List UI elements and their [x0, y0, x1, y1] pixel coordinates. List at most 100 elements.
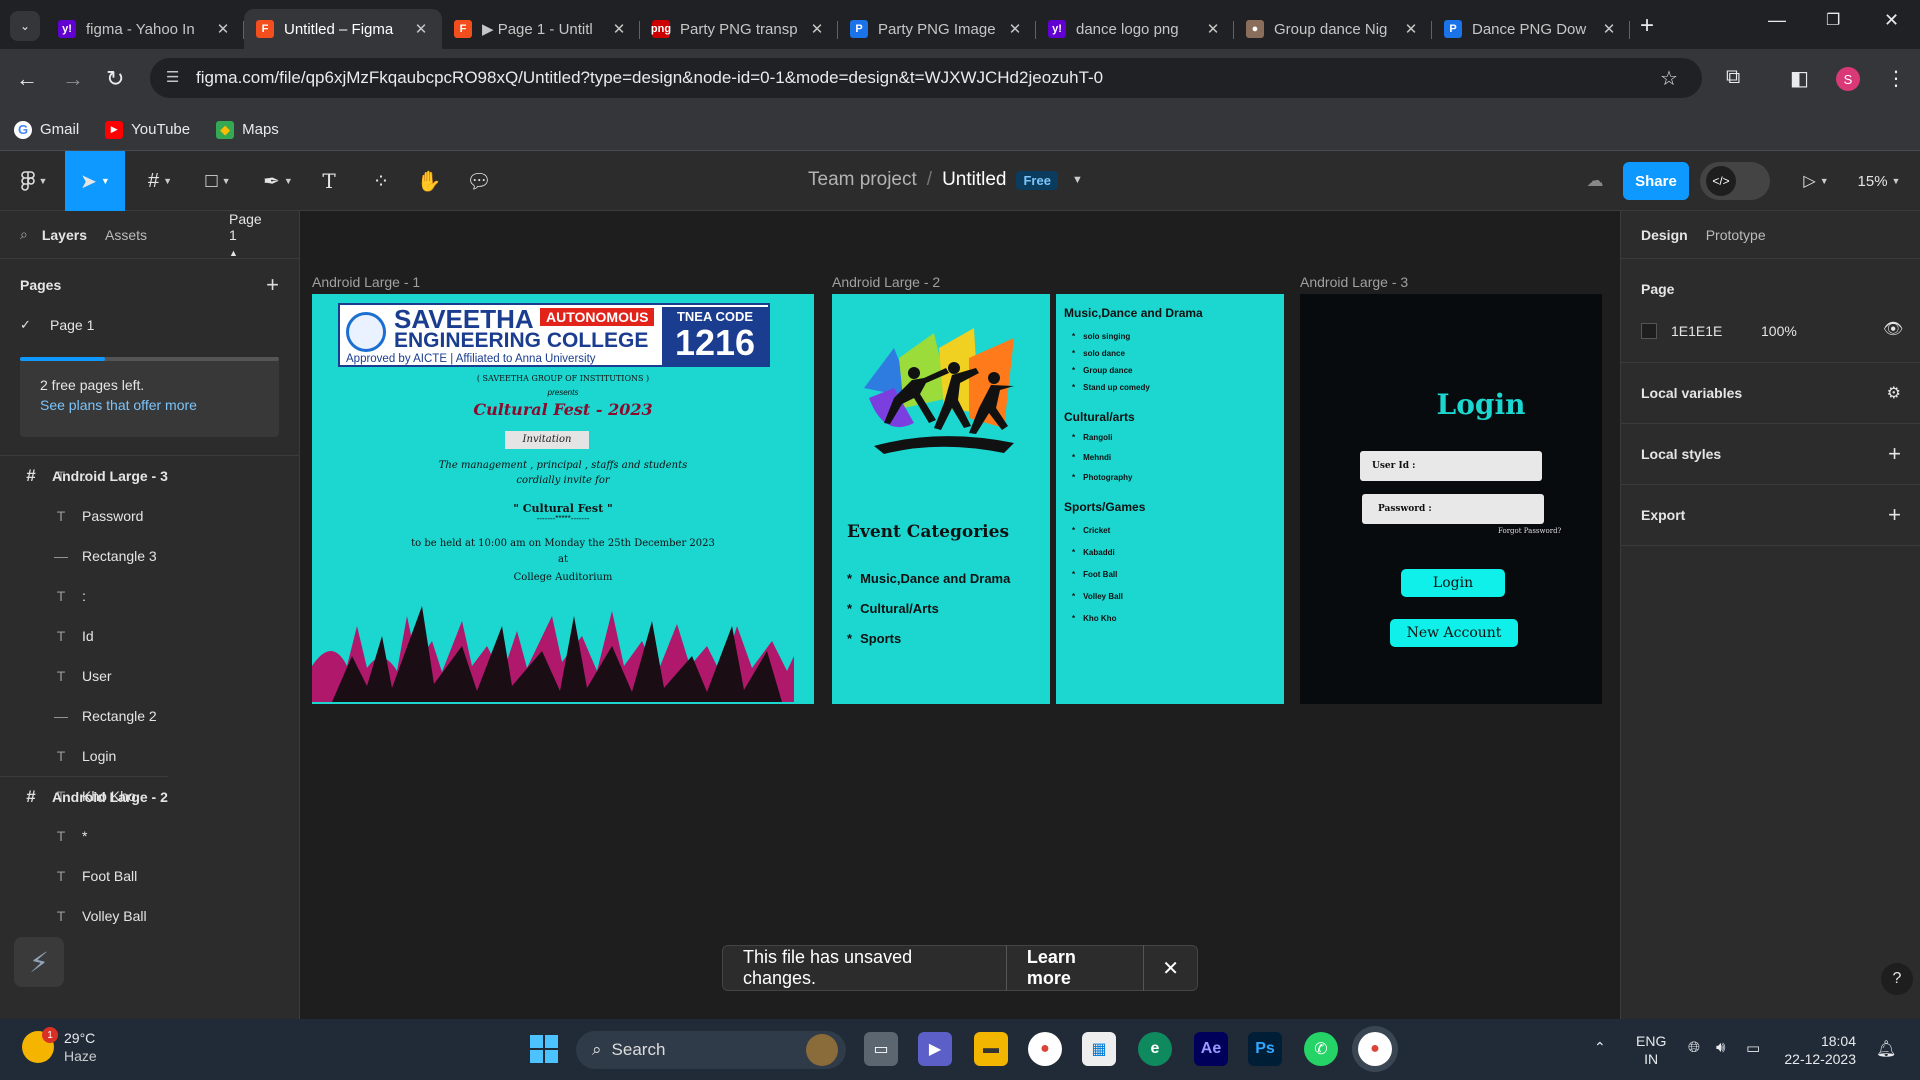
frame-android-large-3[interactable]: Login User Id : Password : Forgot Passwo… [1300, 294, 1602, 704]
browser-tab[interactable]: ● Group dance Nig ✕ [1234, 9, 1432, 49]
tab-close-icon[interactable]: ✕ [1402, 20, 1420, 38]
forgot-password-link[interactable]: Forgot Password? [1498, 527, 1561, 535]
layer-item[interactable]: — Rectangle 2 [0, 696, 299, 736]
move-tool-button[interactable]: ➤ ▼ [65, 151, 125, 211]
close-window-icon[interactable]: ✕ [1884, 10, 1899, 31]
browser-tab[interactable]: y! dance logo png ✕ [1036, 9, 1234, 49]
bg-opacity-input[interactable]: 100% [1761, 323, 1797, 339]
tab-design[interactable]: Design [1641, 227, 1688, 243]
tray-chevron-up-icon[interactable]: ⌃ [1594, 1039, 1606, 1056]
learn-more-button[interactable]: Learn more [1005, 945, 1145, 991]
bookmark-gmail[interactable]: G Gmail [14, 120, 79, 139]
resources-tool-button[interactable]: ⁘ [366, 161, 396, 201]
layer-item[interactable]: T: [0, 576, 299, 616]
file-menu-chevron-icon[interactable]: ▼ [1072, 174, 1083, 186]
layer-item[interactable]: T Foot Ball [0, 856, 299, 896]
tab-close-icon[interactable]: ✕ [1204, 20, 1222, 38]
language-indicator[interactable]: ENG IN [1636, 1032, 1666, 1068]
page-switcher[interactable]: Page 1 ▲ [229, 211, 281, 259]
layer-item[interactable]: T User [0, 656, 299, 696]
photoshop-icon[interactable]: Ps [1248, 1032, 1282, 1066]
share-button[interactable]: Share [1623, 162, 1689, 200]
layer-item[interactable]: — Rectangle 3 [0, 536, 299, 576]
comment-tool-button[interactable]: 💬︎ [464, 161, 494, 201]
login-button[interactable]: Login [1401, 569, 1505, 597]
volume-icon[interactable]: 🔊︎ [1716, 1039, 1725, 1056]
layer-item[interactable]: T Id [0, 616, 299, 656]
forward-arrow-icon[interactable]: → [62, 66, 84, 92]
notification-bell-icon[interactable]: 🔔︎ [1876, 1039, 1896, 1059]
file-name[interactable]: Untitled [942, 169, 1006, 191]
bg-color-swatch[interactable] [1641, 323, 1657, 339]
minimize-icon[interactable]: — [1768, 10, 1786, 31]
browser-tab[interactable]: png Party PNG transp ✕ [640, 9, 838, 49]
file-explorer-icon[interactable]: ▬ [974, 1032, 1008, 1066]
browser-tab[interactable]: y! figma - Yahoo In ✕ [46, 9, 244, 49]
browser-tab[interactable]: P Dance PNG Dow ✕ [1432, 9, 1630, 49]
bookmark-youtube[interactable]: ▶ YouTube [105, 120, 190, 139]
layer-frame[interactable]: # Android Large - 2 [0, 776, 168, 816]
profile-avatar[interactable]: S [1836, 67, 1860, 91]
windows-start-icon[interactable] [527, 1032, 561, 1066]
extensions-icon[interactable]: ⧉ [1726, 66, 1740, 89]
layer-item[interactable]: T Password [0, 496, 299, 536]
hand-tool-button[interactable]: ✋ [414, 161, 444, 201]
frame-label[interactable]: Android Large - 1 [312, 274, 420, 290]
add-style-plus-icon[interactable]: + [1888, 441, 1901, 467]
layer-item[interactable]: T Login [0, 736, 299, 776]
microsoft-store-icon[interactable]: ▦ [1082, 1032, 1116, 1066]
back-arrow-icon[interactable]: ← [16, 66, 38, 92]
clock[interactable]: 18:04 22-12-2023 [1784, 1032, 1856, 1068]
layer-item[interactable]: T * [0, 816, 299, 856]
local-variables-row[interactable]: Local variables ⚙ [1621, 363, 1920, 424]
plugin-launcher-icon[interactable]: ⚡ [14, 937, 64, 987]
restore-icon[interactable]: ❐ [1826, 10, 1840, 30]
figma-main-menu-icon[interactable]: ▼ [14, 161, 54, 201]
visibility-eye-icon[interactable]: 👁︎ [1883, 319, 1903, 339]
frame-android-large-1[interactable]: SAVEETHA AUTONOMOUS ENGINEERING COLLEGE … [312, 294, 814, 704]
side-panel-icon[interactable]: ◧ [1790, 66, 1809, 91]
battery-icon[interactable]: ▭ [1746, 1039, 1760, 1057]
new-tab-plus-icon[interactable]: + [1640, 12, 1654, 40]
tab-layers[interactable]: Layers [42, 227, 87, 243]
tab-close-icon[interactable]: ✕ [214, 20, 232, 38]
bookmark-star-icon[interactable]: ☆ [1660, 66, 1678, 91]
tab-close-icon[interactable]: ✕ [610, 20, 628, 38]
design-canvas[interactable]: Android Large - 1 SAVEETHA AUTONOMOUS EN… [300, 211, 1620, 1019]
reload-icon[interactable]: ↻ [106, 66, 124, 92]
site-info-icon[interactable]: ☰ [166, 68, 179, 86]
variables-settings-icon[interactable]: ⚙ [1887, 383, 1901, 403]
taskbar-search-box[interactable]: ⌕ Search [576, 1031, 846, 1069]
help-question-icon[interactable]: ? [1881, 963, 1913, 995]
frame-label[interactable]: Android Large - 3 [1300, 274, 1408, 290]
layer-frame[interactable]: # Android Large - 3 [0, 456, 168, 496]
tab-close-icon[interactable]: ✕ [412, 20, 430, 38]
bookmark-maps[interactable]: ◆ Maps [216, 120, 279, 139]
browser-tab[interactable]: F Untitled – Figma ✕ [244, 9, 442, 49]
tab-search-chevron-icon[interactable]: ⌄ [10, 11, 40, 41]
browser-tab[interactable]: F ▶ Page 1 - Untitl ✕ [442, 9, 640, 49]
shape-tool-button[interactable]: □ ▼ [196, 161, 240, 201]
tab-close-icon[interactable]: ✕ [808, 20, 826, 38]
network-icon[interactable]: 🌐︎ [1688, 1039, 1700, 1056]
toast-close-icon[interactable]: ✕ [1144, 956, 1197, 981]
plan-badge[interactable]: Free [1016, 170, 1058, 190]
frame-tool-button[interactable]: # ▼ [138, 161, 182, 201]
dev-mode-toggle[interactable]: </> [1700, 162, 1770, 200]
browser-tab[interactable]: P Party PNG Image ✕ [838, 9, 1036, 49]
weather-widget[interactable]: 1 29°C Haze [22, 1027, 97, 1065]
frame-label[interactable]: Android Large - 2 [832, 274, 940, 290]
address-bar[interactable]: ☰ figma.com/file/qp6xjMzFkqaubcpcRO98xQ/… [150, 58, 1702, 98]
new-account-button[interactable]: New Account [1390, 619, 1518, 647]
chrome-icon[interactable]: ● [1028, 1032, 1062, 1066]
zoom-menu[interactable]: 15% ▼ [1852, 161, 1906, 201]
export-row[interactable]: Export + [1621, 485, 1920, 546]
teams-meet-icon[interactable]: ▶ [918, 1032, 952, 1066]
page-item-page-1[interactable]: ✓ Page 1 [0, 311, 299, 339]
frame-android-large-2[interactable]: Event Categories * Music,Dance and Drama *… [832, 294, 1284, 704]
add-page-plus-icon[interactable]: + [266, 272, 279, 298]
tab-close-icon[interactable]: ✕ [1600, 20, 1618, 38]
present-button[interactable]: ▷ ▼ [1796, 161, 1836, 201]
edge-icon[interactable]: e [1138, 1032, 1172, 1066]
password-field[interactable]: Password : [1362, 494, 1544, 524]
